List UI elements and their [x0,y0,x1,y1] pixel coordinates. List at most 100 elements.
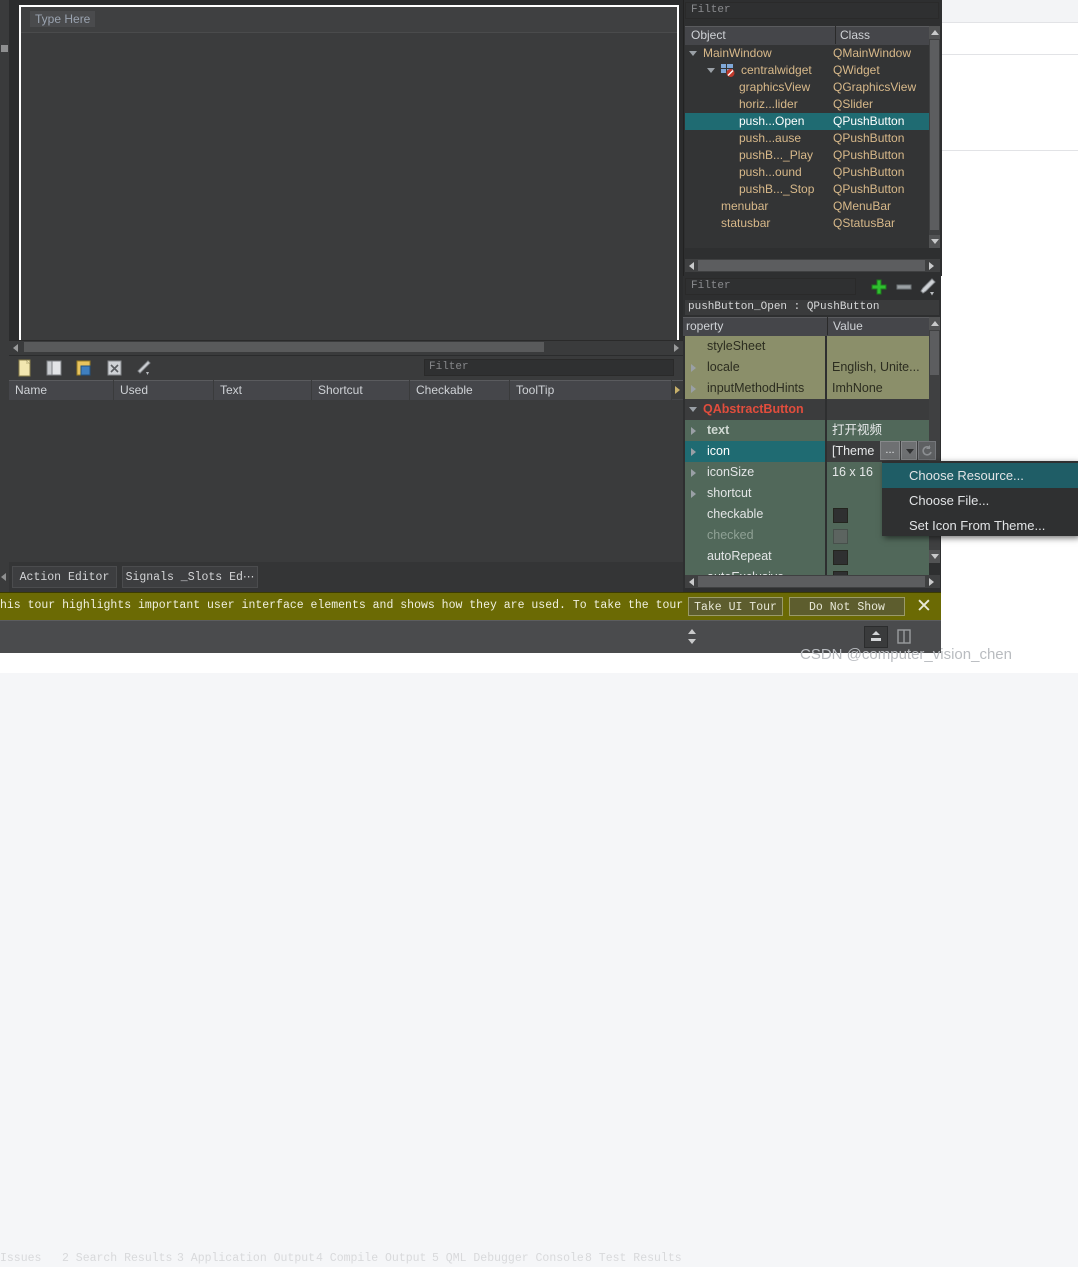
property-scroll-left-icon[interactable] [686,576,697,587]
copy-action-icon[interactable] [44,358,66,378]
action-col-text[interactable]: Text [214,380,312,400]
property-expander-icon[interactable] [691,427,696,435]
property-value[interactable] [827,336,929,357]
property-value[interactable]: 打开视频 [827,420,929,441]
edit-action-icon[interactable] [74,358,96,378]
property-expander-icon[interactable] [691,469,696,477]
menu-item-choose-resource[interactable]: Choose Resource... [882,463,1078,488]
property-value[interactable]: English, Unite... [827,357,929,378]
action-editor-list[interactable] [9,400,683,560]
action-editor-filter-input[interactable]: Filter [424,359,674,376]
statusbar-tab[interactable]: 4 Compile Output [316,1250,426,1267]
property-value[interactable] [827,399,929,420]
property-scroll-down-icon[interactable] [929,550,940,563]
property-scroll-right-icon[interactable] [926,576,937,587]
up-down-arrows-icon[interactable] [686,628,699,646]
action-col-checkable[interactable]: Checkable [410,380,510,400]
action-header-scroll-right-icon[interactable] [672,381,683,399]
property-hscroll-thumb[interactable] [698,576,925,587]
property-value[interactable]: ImhNone [827,378,929,399]
object-tree-row[interactable]: push...Open QPushButton [685,113,929,130]
object-tree-vscroll-thumb[interactable] [930,40,939,230]
property-col-value[interactable]: Value [827,317,929,335]
icon-choose-ellipsis-button[interactable]: ... [880,441,900,460]
menu-item-set-icon-from-theme[interactable]: Set Icon From Theme... [882,513,1078,538]
wrench-icon[interactable] [918,277,938,297]
property-expander-icon[interactable] [689,407,697,416]
object-tree-row[interactable]: centralwidget QWidget [685,62,929,79]
property-row[interactable]: QAbstractButton [685,399,929,420]
menubar-type-here-placeholder[interactable]: Type Here [30,11,96,27]
tree-expander-icon[interactable] [707,68,715,73]
gutter-scroll-up-icon[interactable] [1,45,8,52]
statusbar-tab[interactable]: 2 Search Results [62,1250,172,1267]
statusbar-tab[interactable]: 5 QML Debugger Console [432,1250,584,1267]
property-expander-icon[interactable] [691,448,696,456]
object-tree-row[interactable]: graphicsView QGraphicsView [685,79,929,96]
take-ui-tour-button[interactable]: Take UI Tour [688,597,783,616]
tab-action-editor[interactable]: Action Editor [12,566,117,588]
statusbar-tab[interactable]: 8 Test Results [585,1250,682,1267]
property-checkbox[interactable] [833,550,848,565]
property-row[interactable]: inputMethodHints ImhNone [685,378,929,399]
property-expander-icon[interactable] [691,364,696,372]
property-checkbox[interactable] [833,508,848,523]
chevron-down-icon[interactable] [901,441,917,460]
object-tree-scroll-up-icon[interactable] [929,26,940,39]
reset-arrow-icon[interactable] [918,441,936,460]
property-row[interactable]: text 打开视频 [685,420,929,441]
plus-icon[interactable] [868,277,890,297]
form-preview-frame[interactable] [19,5,679,342]
property-col-property[interactable]: roperty [685,317,827,335]
statusbar-tab[interactable]: Issues [0,1250,41,1267]
property-row[interactable]: locale English, Unite... [685,357,929,378]
canvas-hscroll-thumb[interactable] [24,342,544,352]
tree-expander-icon[interactable] [689,51,697,56]
property-vscroll-thumb[interactable] [930,331,939,375]
canvas-scroll-right-icon[interactable] [670,341,682,353]
object-tree-row[interactable]: pushB..._Play QPushButton [685,147,929,164]
configure-icon[interactable] [134,358,156,378]
object-tree-hscroll-thumb[interactable] [698,260,925,271]
canvas-scroll-left-icon[interactable] [10,341,23,353]
object-inspector-filter-input[interactable]: Filter [685,2,939,19]
tabbar-scroll-left-icon[interactable] [0,568,9,586]
tree-object-class: QPushButton [833,182,905,196]
action-col-tooltip[interactable]: ToolTip [510,380,672,400]
form-menubar[interactable] [21,7,677,33]
minus-icon[interactable] [894,277,914,297]
split-pane-icon[interactable] [896,628,912,645]
do-not-show-again-button[interactable]: Do Not Show Again [789,597,905,633]
statusbar-tab[interactable]: 3 Application Output [177,1250,315,1267]
property-expander-icon[interactable] [691,490,696,498]
icon-source-context-menu[interactable]: Choose Resource... Choose File... Set Ic… [882,461,1078,536]
object-tree[interactable]: MainWindow QMainWindow centralwidget QWidge… [685,45,929,248]
property-editor-filter-input[interactable]: Filter [685,278,856,295]
close-icon[interactable]: ✕ [913,596,935,618]
delete-action-icon[interactable] [104,358,126,378]
menu-item-choose-file[interactable]: Choose File... [882,488,1078,513]
broken-layout-icon [721,64,735,77]
object-tree-scroll-down-icon[interactable] [929,235,940,248]
property-scroll-up-icon[interactable] [929,317,940,330]
object-tree-row[interactable]: statusbar QStatusBar [685,215,929,232]
object-tree-scroll-right-icon[interactable] [926,260,937,271]
property-row[interactable]: autoRepeat [685,546,929,567]
action-col-shortcut[interactable]: Shortcut [312,380,410,400]
object-tree-row[interactable]: push...ause QPushButton [685,130,929,147]
new-action-icon[interactable] [14,358,36,378]
object-tree-scroll-left-icon[interactable] [686,260,697,271]
object-col-class[interactable]: Class [835,26,929,44]
action-col-name[interactable]: Name [9,380,114,400]
tab-signals-slots-editor[interactable]: Signals _Slots Ed⋯ [122,566,258,588]
property-expander-icon[interactable] [691,385,696,393]
object-col-object[interactable]: Object [687,26,835,44]
object-tree-row[interactable]: menubar QMenuBar [685,198,929,215]
object-tree-row[interactable]: horiz...lider QSlider [685,96,929,113]
object-tree-row[interactable]: MainWindow QMainWindow [685,45,929,62]
object-tree-row[interactable]: pushB..._Stop QPushButton [685,181,929,198]
object-tree-row[interactable]: push...ound QPushButton [685,164,929,181]
property-row[interactable]: styleSheet [685,336,929,357]
action-col-used[interactable]: Used [114,380,214,400]
property-checkbox[interactable] [833,529,848,544]
